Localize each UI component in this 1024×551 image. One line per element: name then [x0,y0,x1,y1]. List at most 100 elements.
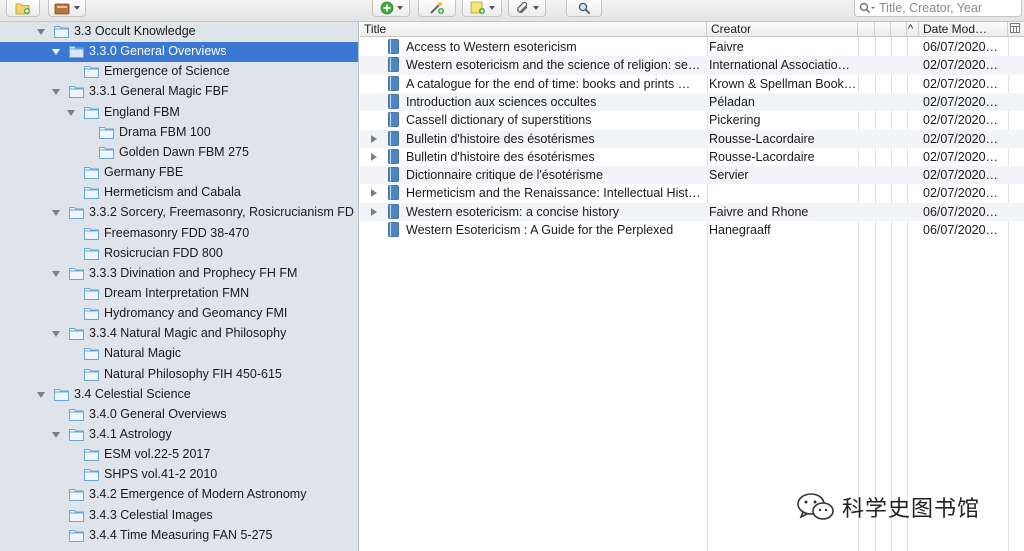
tree-item-label: England FBM [104,104,180,119]
creator-cell: Rousse-Lacordaire [709,149,815,164]
title-cell: A catalogue for the end of time: books a… [406,76,691,91]
tree-item[interactable]: Hermeticism and Cabala [0,183,358,203]
disclosure-triangle-icon[interactable] [52,270,60,277]
search-input[interactable] [875,1,1015,15]
column-header-blank-2[interactable] [875,22,891,37]
creator-cell: International Associatio… [709,58,851,73]
table-row[interactable]: A catalogue for the end of time: books a… [360,75,1024,93]
column-header-creator[interactable]: Creator [707,22,858,37]
tree-item[interactable]: Natural Magic [0,344,358,364]
folder-icon [84,227,99,240]
tree-item[interactable]: 3.3.3 Divination and Prophecy FH FM [0,264,358,284]
new-library-icon [54,3,70,14]
add-attachment-button[interactable] [508,0,546,17]
date-modified-cell: 02/07/2020… [923,149,999,164]
tree-item-label: Germany FBE [104,165,184,179]
tree-item[interactable]: ESM vol.22-5 2017 [0,445,358,465]
date-modified-cell: 02/07/2020… [923,131,999,146]
tree-item[interactable]: 3.4.1 Astrology [0,425,358,445]
tree-item[interactable]: Emergence of Science [0,62,358,82]
disclosure-triangle-icon[interactable] [52,210,60,217]
tree-item[interactable]: Natural Philosophy FIH 450-615 [0,365,358,385]
tree-item[interactable]: 3.4 Celestial Science [0,385,358,405]
title-cell: Bulletin d'histoire des ésotérismes [406,149,595,164]
column-header-title[interactable]: Title [360,22,707,37]
locate-button[interactable] [566,0,602,17]
column-header-blank-3[interactable] [891,22,907,37]
date-modified-cell: 02/07/2020… [923,58,999,73]
book-icon [388,57,399,73]
new-collection-button[interactable] [6,0,40,17]
tree-item[interactable]: England FBM [0,103,358,123]
tree-item-label: 3.3.3 Divination and Prophecy FH FM [89,265,298,280]
new-library-button[interactable] [48,0,86,17]
table-row[interactable]: Hermeticism and the Renaissance: Intelle… [360,184,1024,202]
creator-cell: Faivre and Rhone [709,204,809,219]
table-row[interactable]: Introduction aux sciences occultes Pélada… [360,92,1024,112]
title-cell: Bulletin d'histoire des ésotérismes [406,131,595,146]
disclosure-triangle-icon[interactable] [37,29,45,35]
tree-item[interactable]: 3.3.1 General Magic FBF [0,82,358,102]
title-cell: Dictionnaire critique de l'ésotérisme [406,168,603,183]
disclosure-triangle-icon[interactable] [67,109,75,116]
tree-item[interactable]: 3.4.4 Time Measuring FAN 5-275 [0,526,358,546]
column-header-date-modified[interactable]: Date Mod… [919,22,1008,37]
tree-item[interactable]: SHPS vol.41-2 2010 [0,465,358,485]
tree-item[interactable]: Hydromancy and Geomancy FMI [0,304,358,324]
disclosure-triangle-icon[interactable] [371,152,377,161]
tree-item[interactable]: 3.3.2 Sorcery, Freemasonry, Rosicruciani… [0,203,358,223]
toolbar [0,0,1024,22]
folder-icon [69,408,84,421]
book-icon [388,222,399,237]
book-icon [388,39,399,54]
disclosure-triangle-icon[interactable] [371,134,377,143]
creator-cell: Krown & Spellman Book… [709,76,856,91]
tree-item-label: 3.4.0 General Overviews [89,406,227,421]
tree-item-label: 3.3.2 Sorcery, Freemasonry, Rosicruciani… [89,205,354,220]
tree-item-label: 3.4.1 Astrology [89,427,172,441]
tree-item[interactable]: 3.3 Occult Knowledge [0,22,358,42]
disclosure-triangle-icon[interactable] [37,391,45,398]
table-row[interactable]: Cassell dictionary of superstitions Picke… [360,111,1024,129]
new-note-button[interactable] [462,0,502,17]
tree-item[interactable]: Golden Dawn FBM 275 [0,143,358,163]
table-row[interactable]: Western esotericism and the science of r… [360,56,1024,75]
disclosure-triangle-icon[interactable] [371,207,377,216]
disclosure-triangle-icon[interactable] [52,89,60,96]
disclosure-triangle-icon[interactable] [52,331,60,338]
title-cell: Western esotericism: a concise history [406,204,620,219]
tree-item[interactable]: Drama FBM 100 [0,123,358,143]
tree-item[interactable]: 3.3.4 Natural Magic and Philosophy [0,324,358,344]
column-picker-button[interactable] [1008,22,1024,37]
sort-ascending-icon[interactable]: ^ [907,22,919,37]
table-row[interactable]: Dictionnaire critique de l'ésotérisme Ser… [360,166,1024,185]
tree-item[interactable]: Freemasonry FDD 38-470 [0,224,358,244]
disclosure-triangle-icon[interactable] [52,432,60,438]
folder-icon [84,307,99,321]
new-item-icon [380,1,393,15]
tree-item[interactable]: Dream Interpretation FMN [0,284,358,304]
title-cell: Western esotericism and the science of r… [406,58,701,73]
tree-item[interactable]: Germany FBE [0,163,358,183]
search-icon [859,2,875,14]
tree-item[interactable]: Rosicrucian FDD 800 [0,244,358,264]
search-box[interactable] [854,0,1022,17]
folder-icon [69,509,84,522]
new-item-button[interactable] [372,0,410,17]
disclosure-triangle-icon[interactable] [371,189,377,198]
tree-item[interactable]: 3.4.0 General Overviews [0,405,358,425]
table-row[interactable]: Western Esotericism : A Guide for the Pe… [360,221,1024,239]
column-header-blank-1[interactable] [858,22,875,37]
table-row[interactable]: Bulletin d'histoire des ésotérismes Rouss… [360,148,1024,166]
table-row[interactable]: Western esotericism: a concise history Fa… [360,202,1024,221]
tree-item[interactable]: 3.4.3 Celestial Images [0,506,358,526]
folder-icon [99,126,114,139]
disclosure-triangle-icon[interactable] [52,49,60,56]
watermark-text: 科学史图书馆 [842,497,981,522]
date-modified-cell: 02/07/2020… [923,94,999,109]
tree-item[interactable]: 3.3.0 General Overviews [0,42,358,63]
table-row[interactable]: Bulletin d'histoire des ésotérismes Rouss… [360,129,1024,148]
table-row[interactable]: Access to Western esotericism Faivre 06/07… [360,38,1024,56]
add-by-identifier-button[interactable] [418,0,456,17]
tree-item[interactable]: 3.4.2 Emergence of Modern Astronomy [0,485,358,505]
